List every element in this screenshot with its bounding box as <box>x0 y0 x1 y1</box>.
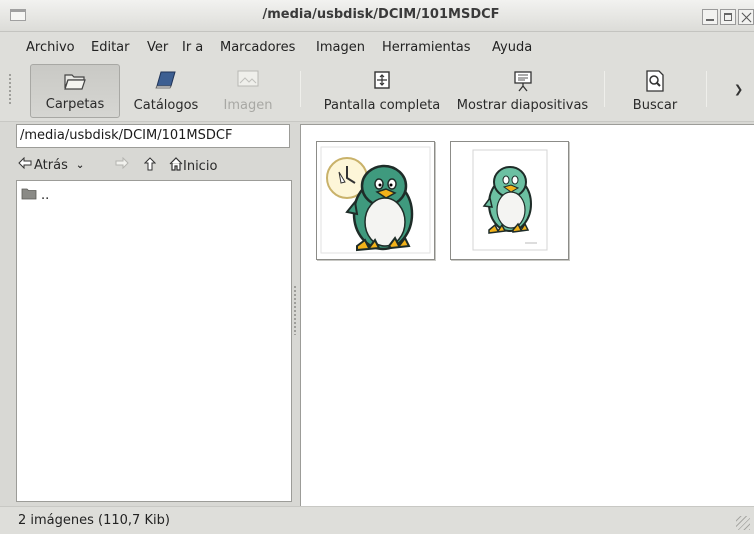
location-input[interactable]: /media/usbdisk/DCIM/101MSDCF <box>16 124 290 148</box>
folders-button[interactable]: Carpetas <box>30 64 120 118</box>
catalogs-label: Catálogos <box>133 98 199 113</box>
folder-pane: /media/usbdisk/DCIM/101MSDCF Atrás ⌄ Ini… <box>0 122 296 506</box>
minimize-button[interactable] <box>702 9 718 25</box>
forward-arrow-icon <box>115 156 129 173</box>
image-button[interactable]: Imagen <box>210 64 286 118</box>
image-icon <box>237 70 259 92</box>
search-icon <box>645 70 665 96</box>
catalogs-button[interactable]: Catálogos <box>126 64 206 118</box>
chevron-down-icon[interactable]: ⌄ <box>76 160 84 171</box>
menu-archivo[interactable]: Archivo <box>26 40 75 55</box>
menu-ver[interactable]: Ver <box>147 40 168 55</box>
back-button[interactable]: Atrás ⌄ <box>18 156 84 173</box>
toolbar-grip[interactable] <box>8 73 12 105</box>
penguin-with-clock-icon <box>320 146 431 254</box>
home-button[interactable]: Inicio <box>169 157 217 175</box>
slideshow-label: Mostrar diapositivas <box>456 98 589 113</box>
fullscreen-label: Pantalla completa <box>323 98 441 113</box>
up-button[interactable] <box>143 157 157 175</box>
search-button[interactable]: Buscar <box>620 64 690 118</box>
slideshow-button[interactable]: Mostrar diapositivas <box>450 64 595 118</box>
navigation-bar: Atrás ⌄ Inicio <box>16 154 294 178</box>
status-bar: 2 imágenes (110,7 Kib) <box>0 506 754 534</box>
menu-marcadores[interactable]: Marcadores <box>220 40 295 55</box>
fullscreen-button[interactable]: Pantalla completa <box>318 64 446 118</box>
home-icon <box>169 157 183 175</box>
list-item[interactable]: .. <box>21 187 49 204</box>
up-arrow-icon <box>143 157 157 175</box>
fullscreen-icon <box>372 70 392 94</box>
menu-imagen[interactable]: Imagen <box>316 40 365 55</box>
status-text: 2 imágenes (110,7 Kib) <box>18 513 170 528</box>
menu-ir-a[interactable]: Ir a <box>182 40 203 55</box>
toolbar: Carpetas Catálogos Imagen Pantalla compl… <box>0 59 754 122</box>
menu-editar[interactable]: Editar <box>91 40 130 55</box>
slideshow-projector-icon <box>512 70 534 96</box>
chevron-down-icon[interactable]: ❯ <box>734 83 743 96</box>
image-label: Imagen <box>223 98 273 113</box>
close-button[interactable] <box>738 9 754 25</box>
folder-icon <box>21 187 37 204</box>
maximize-button[interactable] <box>720 9 736 25</box>
penguin-icon <box>472 149 548 251</box>
toolbar-separator <box>706 71 707 107</box>
forward-button[interactable] <box>115 156 129 173</box>
folder-open-icon <box>63 71 87 95</box>
home-label: Inicio <box>183 158 218 174</box>
image-thumbnails-area[interactable] <box>300 124 754 506</box>
toolbar-separator <box>604 71 605 107</box>
book-icon <box>154 70 178 94</box>
pane-splitter[interactable] <box>293 285 297 335</box>
toolbar-separator <box>300 71 301 107</box>
menu-bar: Archivo Editar Ver Ir a Marcadores Image… <box>0 32 754 59</box>
back-arrow-icon <box>18 156 32 173</box>
folders-label: Carpetas <box>45 97 105 112</box>
title-bar[interactable]: /media/usbdisk/DCIM/101MSDCF <box>0 0 754 32</box>
folder-name: .. <box>41 188 50 203</box>
menu-ayuda[interactable]: Ayuda <box>492 40 532 55</box>
resize-grip[interactable] <box>736 516 750 530</box>
window-title: /media/usbdisk/DCIM/101MSDCF <box>262 7 500 22</box>
thumbnail-1[interactable] <box>316 141 435 260</box>
menu-herramientas[interactable]: Herramientas <box>382 40 471 55</box>
folder-list[interactable]: .. <box>16 180 292 502</box>
search-label: Buscar <box>632 98 678 113</box>
thumbnail-2[interactable] <box>450 141 569 260</box>
back-label: Atrás <box>34 157 68 173</box>
